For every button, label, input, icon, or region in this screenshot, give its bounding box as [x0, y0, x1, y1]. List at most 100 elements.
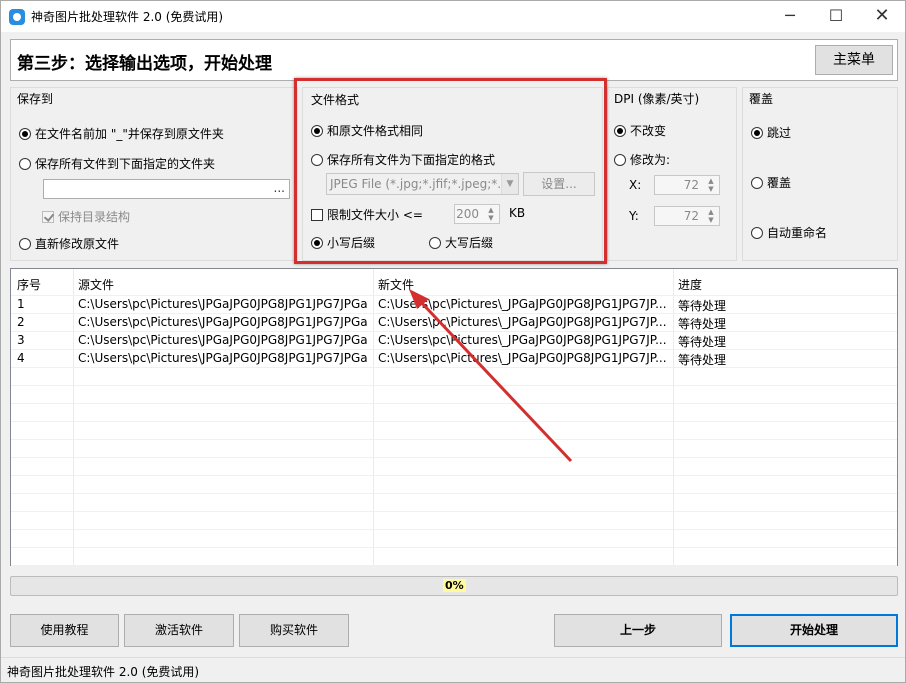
radio-unselected[interactable] — [19, 238, 31, 250]
option-dpi-no-change[interactable]: 不改变 — [614, 122, 666, 139]
table-cell[interactable]: 2 — [17, 315, 69, 329]
option-specified-folder[interactable]: 保存所有文件到下面指定的文件夹 — [19, 155, 215, 172]
dpi-x-stepper[interactable]: 72 ▲ ▼ — [654, 175, 720, 195]
file-table[interactable]: 序号 源文件 新文件 进度 1 C:\Users\pc\Pictures\JPGa… — [10, 268, 898, 566]
table-cell[interactable]: 等待处理 — [678, 333, 888, 350]
option-overwrite[interactable]: 覆盖 — [751, 174, 791, 191]
radio-unselected[interactable] — [19, 158, 31, 170]
stepper-arrows-icon[interactable]: ▲ ▼ — [705, 177, 717, 193]
table-cell[interactable]: C:\Users\pc\Pictures\_JPGaJPG0JPG8JPG1JP… — [378, 333, 668, 347]
row-divider — [11, 529, 897, 530]
table-cell[interactable]: C:\Users\pc\Pictures\_JPGaJPG0JPG8JPG1JP… — [378, 351, 668, 365]
activate-button[interactable]: 激活软件 — [124, 614, 234, 647]
app-window: 神奇图片批处理软件 2.0 (免费试用) ─ ☐ ✕ 第三步：选择输出选项，开始… — [0, 0, 906, 683]
keep-structure-checkbox[interactable]: 保持目录结构 — [42, 208, 130, 225]
status-text: 神奇图片批处理软件 2.0 (免费试用) — [7, 665, 200, 679]
close-button[interactable]: ✕ — [859, 1, 905, 32]
table-header: 序号 源文件 新文件 进度 — [11, 269, 897, 295]
option-skip[interactable]: 跳过 — [751, 124, 791, 141]
tutorial-button[interactable]: 使用教程 — [10, 614, 119, 647]
table-cell[interactable]: 等待处理 — [678, 315, 888, 332]
option-label: 自动重命名 — [767, 226, 828, 240]
row-divider — [11, 385, 897, 386]
buy-button[interactable]: 购买软件 — [239, 614, 349, 647]
dpi-x-label: X: — [629, 178, 642, 192]
progress-bar: 0% — [10, 576, 898, 596]
prev-step-button[interactable]: 上一步 — [554, 614, 722, 647]
row-divider — [11, 457, 897, 458]
table-cell[interactable]: C:\Users\pc\Pictures\JPGaJPG0JPG8JPG1JPG… — [78, 351, 368, 365]
table-cell[interactable]: 等待处理 — [678, 351, 888, 368]
step-header: 第三步：选择输出选项，开始处理 主菜单 — [10, 39, 898, 81]
option-overwrite-original[interactable]: 直新修改原文件 — [19, 235, 119, 252]
table-cell[interactable]: C:\Users\pc\Pictures\_JPGaJPG0JPG8JPG1JP… — [378, 315, 668, 329]
dpi-group: DPI (像素/英寸) 不改变 修改为: X: 72 ▲ ▼ Y: 72 ▲ ▼ — [607, 87, 737, 261]
option-label: 覆盖 — [767, 176, 792, 190]
row-divider — [11, 547, 897, 548]
dpi-y-label: Y: — [629, 209, 639, 223]
dpi-y-value: 72 — [683, 209, 699, 223]
row-divider — [11, 349, 897, 350]
checkbox-checked[interactable] — [42, 211, 54, 223]
row-divider — [11, 421, 897, 422]
column-header-new-file[interactable]: 新文件 — [378, 276, 414, 293]
row-divider — [11, 493, 897, 494]
option-label: 不改变 — [630, 124, 667, 138]
table-cell[interactable]: 4 — [17, 351, 69, 365]
radio-selected[interactable] — [19, 128, 31, 140]
row-divider — [11, 331, 897, 332]
row-divider — [11, 565, 897, 566]
radio-selected[interactable] — [751, 127, 763, 139]
table-cell[interactable]: C:\Users\pc\Pictures\JPGaJPG0JPG8JPG1JPG… — [78, 333, 368, 347]
maximize-button[interactable]: ☐ — [813, 1, 859, 32]
column-header-index[interactable]: 序号 — [17, 276, 41, 293]
radio-selected[interactable] — [614, 125, 626, 137]
option-auto-rename[interactable]: 自动重命名 — [751, 224, 827, 241]
minimize-button[interactable]: ─ — [767, 1, 813, 32]
option-dpi-change[interactable]: 修改为: — [614, 151, 670, 168]
table-cell[interactable]: C:\Users\pc\Pictures\JPGaJPG0JPG8JPG1JPG… — [78, 315, 368, 329]
radio-unselected[interactable] — [614, 154, 626, 166]
dpi-x-value: 72 — [683, 178, 699, 192]
table-cell[interactable]: 3 — [17, 333, 69, 347]
option-label: 直新修改原文件 — [35, 237, 120, 251]
stepper-arrows-icon[interactable]: ▲ ▼ — [705, 208, 717, 224]
option-label: 跳过 — [767, 126, 792, 140]
window-title: 神奇图片批处理软件 2.0 (免费试用) — [31, 10, 224, 24]
row-divider — [11, 313, 897, 314]
title-bar: 神奇图片批处理软件 2.0 (免费试用) ─ ☐ ✕ — [1, 1, 905, 32]
option-label: 保存所有文件到下面指定的文件夹 — [35, 157, 216, 171]
column-header-progress[interactable]: 进度 — [678, 276, 702, 293]
checkbox-label: 保持目录结构 — [58, 210, 131, 224]
folder-path-input[interactable]: ... — [43, 179, 290, 199]
table-cell[interactable]: C:\Users\pc\Pictures\_JPGaJPG0JPG8JPG1JP… — [378, 297, 668, 311]
row-divider — [11, 475, 897, 476]
row-divider — [11, 439, 897, 440]
radio-unselected[interactable] — [751, 227, 763, 239]
radio-unselected[interactable] — [751, 177, 763, 189]
main-menu-button[interactable]: 主菜单 — [815, 45, 893, 75]
overwrite-group: 覆盖 跳过 覆盖 自动重命名 — [742, 87, 898, 261]
table-cell[interactable]: 1 — [17, 297, 69, 311]
dpi-title: DPI (像素/英寸) — [614, 92, 700, 106]
table-cell[interactable]: 等待处理 — [678, 297, 888, 314]
table-cell[interactable]: C:\Users\pc\Pictures\JPGaJPG0JPG8JPG1JPG… — [78, 297, 368, 311]
option-prefix-original-folder[interactable]: 在文件名前加 "_"并保存到原文件夹 — [19, 125, 224, 142]
row-divider — [11, 403, 897, 404]
row-divider — [11, 367, 897, 368]
start-processing-button[interactable]: 开始处理 — [730, 614, 898, 647]
app-icon — [9, 9, 25, 25]
option-label: 在文件名前加 "_"并保存到原文件夹 — [35, 127, 224, 141]
save-to-title: 保存到 — [17, 92, 54, 106]
dpi-y-stepper[interactable]: 72 ▲ ▼ — [654, 206, 720, 226]
save-to-group: 保存到 在文件名前加 "_"并保存到原文件夹 保存所有文件到下面指定的文件夹 .… — [10, 87, 298, 261]
browse-button[interactable]: ... — [274, 181, 285, 195]
highlight-box — [294, 78, 607, 264]
column-header-source[interactable]: 源文件 — [78, 276, 114, 293]
header-divider — [11, 295, 897, 296]
option-label: 修改为: — [630, 153, 671, 167]
status-bar: 神奇图片批处理软件 2.0 (免费试用) — [1, 657, 905, 682]
row-divider — [11, 511, 897, 512]
step-title: 第三步：选择输出选项，开始处理 — [17, 54, 272, 74]
overwrite-title: 覆盖 — [749, 92, 774, 106]
